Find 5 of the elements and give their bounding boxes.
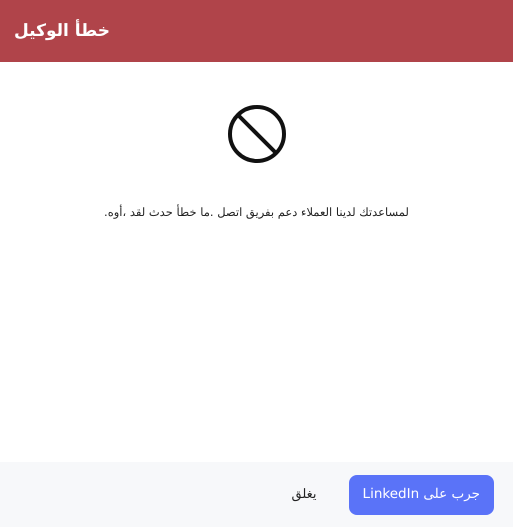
close-button[interactable]: يغلق [286, 480, 323, 508]
error-message: .أوه، لقد حدث خطأ ما. اتصل بفريق دعم العملاء لدينا لمساعدتك [104, 204, 409, 221]
linkedin-button[interactable]: جرب على LinkedIn [348, 474, 494, 514]
dialog-title: خطأ الوكيل [14, 20, 110, 42]
prohibited-icon [226, 104, 286, 164]
